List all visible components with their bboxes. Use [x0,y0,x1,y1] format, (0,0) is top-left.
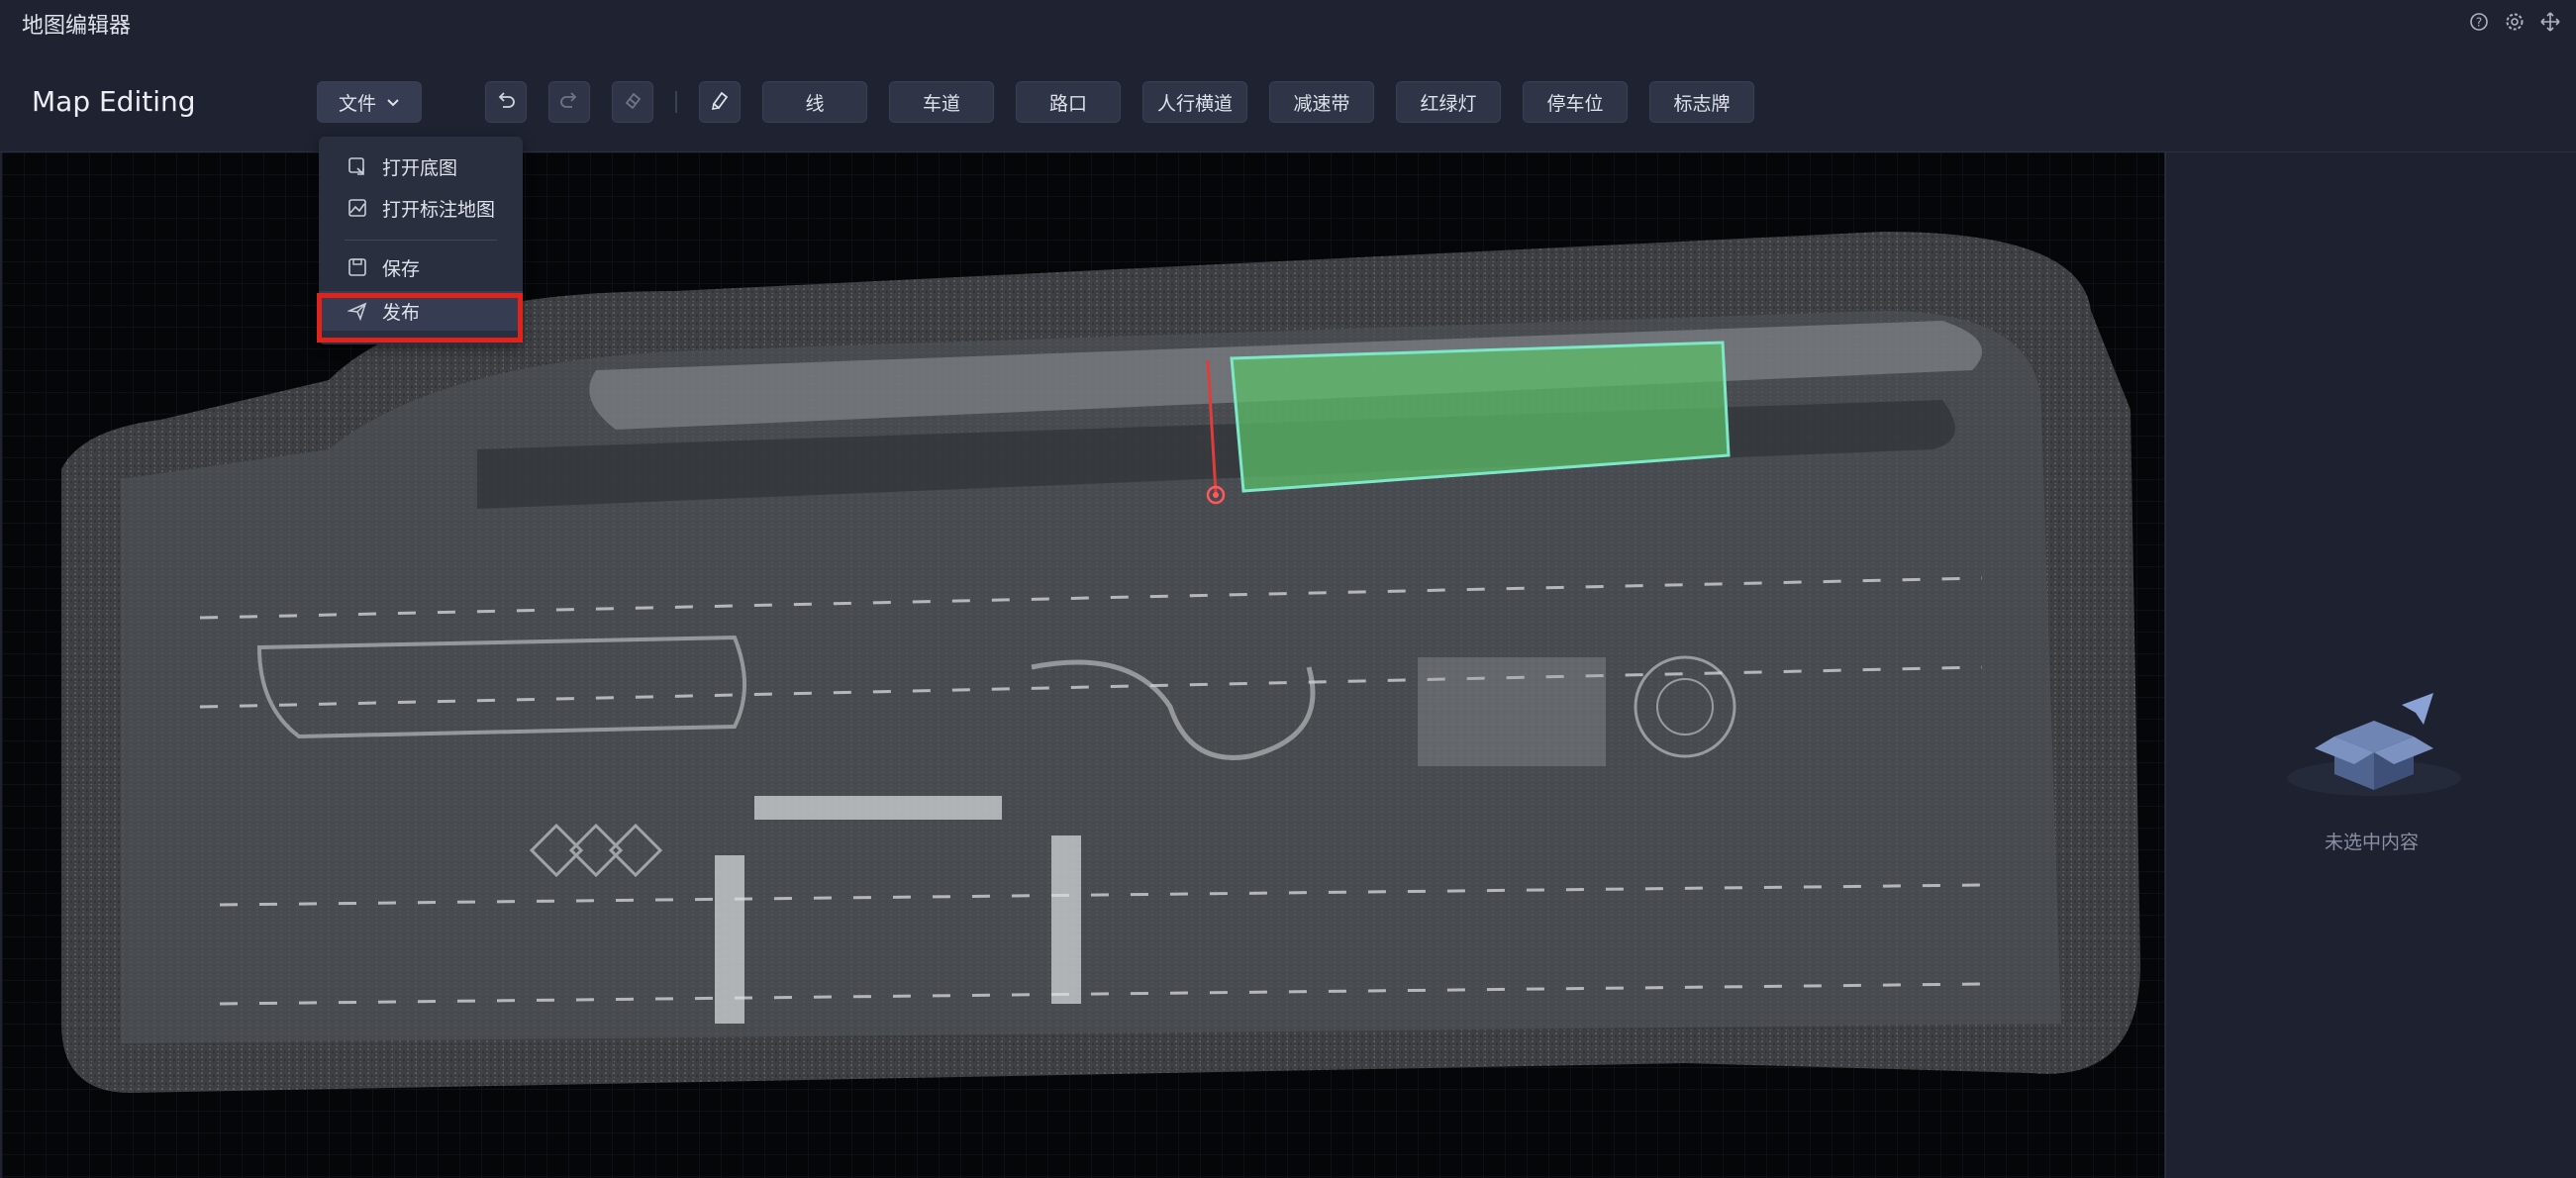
redo-button[interactable] [548,81,590,123]
menu-item-save[interactable]: 保存 [319,247,523,287]
menu-item-open-annotated-map[interactable]: 打开标注地图 [319,188,523,228]
redo-icon [558,89,580,116]
move-icon[interactable] [2538,10,2562,34]
open-basemap-icon [347,155,368,177]
tool-lane-button[interactable]: 车道 [889,81,994,123]
tool-speed-bump-button[interactable]: 减速带 [1269,81,1374,123]
page-title: Map Editing [32,85,196,118]
menu-item-label: 打开标注地图 [382,198,496,221]
svg-text:?: ? [2476,16,2482,30]
title-bar: 地图编辑器 ? [0,0,2576,48]
empty-state-text: 未选中内容 [2324,832,2419,853]
undo-button[interactable] [485,81,527,123]
undo-icon [495,89,517,116]
menu-item-label: 保存 [382,257,421,280]
tool-crosswalk-button[interactable]: 人行横道 [1142,81,1247,123]
pen-button[interactable] [699,81,741,123]
tool-sign-button[interactable]: 标志牌 [1649,81,1754,123]
settings-icon[interactable] [2503,10,2526,34]
file-menu-label: 文件 [338,92,376,115]
empty-box-icon [2285,687,2463,810]
properties-panel: 未选中内容 [2165,152,2576,1178]
open-annotated-map-icon [347,197,368,219]
clear-button[interactable] [612,81,653,123]
window-tools: ? [2467,10,2562,34]
file-menu-button[interactable]: 文件 [317,81,422,123]
publish-highlight-box [317,293,523,343]
chevron-down-icon [386,91,400,113]
test-grid-area [1418,657,1606,766]
tool-parking-spot-button[interactable]: 停车位 [1523,81,1628,123]
save-icon [347,256,368,278]
help-icon[interactable]: ? [2467,10,2491,34]
tool-junction-button[interactable]: 路口 [1016,81,1121,123]
menu-divider [345,240,497,241]
eraser-icon [622,89,644,116]
tool-line-button[interactable]: 线 [762,81,867,123]
menu-item-label: 打开底图 [382,156,458,179]
window-title: 地图编辑器 [22,14,132,39]
menu-item-open-basemap[interactable]: 打开底图 [319,147,523,186]
toolbar-divider [675,91,677,113]
tool-traffic-light-button[interactable]: 红绿灯 [1396,81,1501,123]
pen-icon [709,89,731,116]
